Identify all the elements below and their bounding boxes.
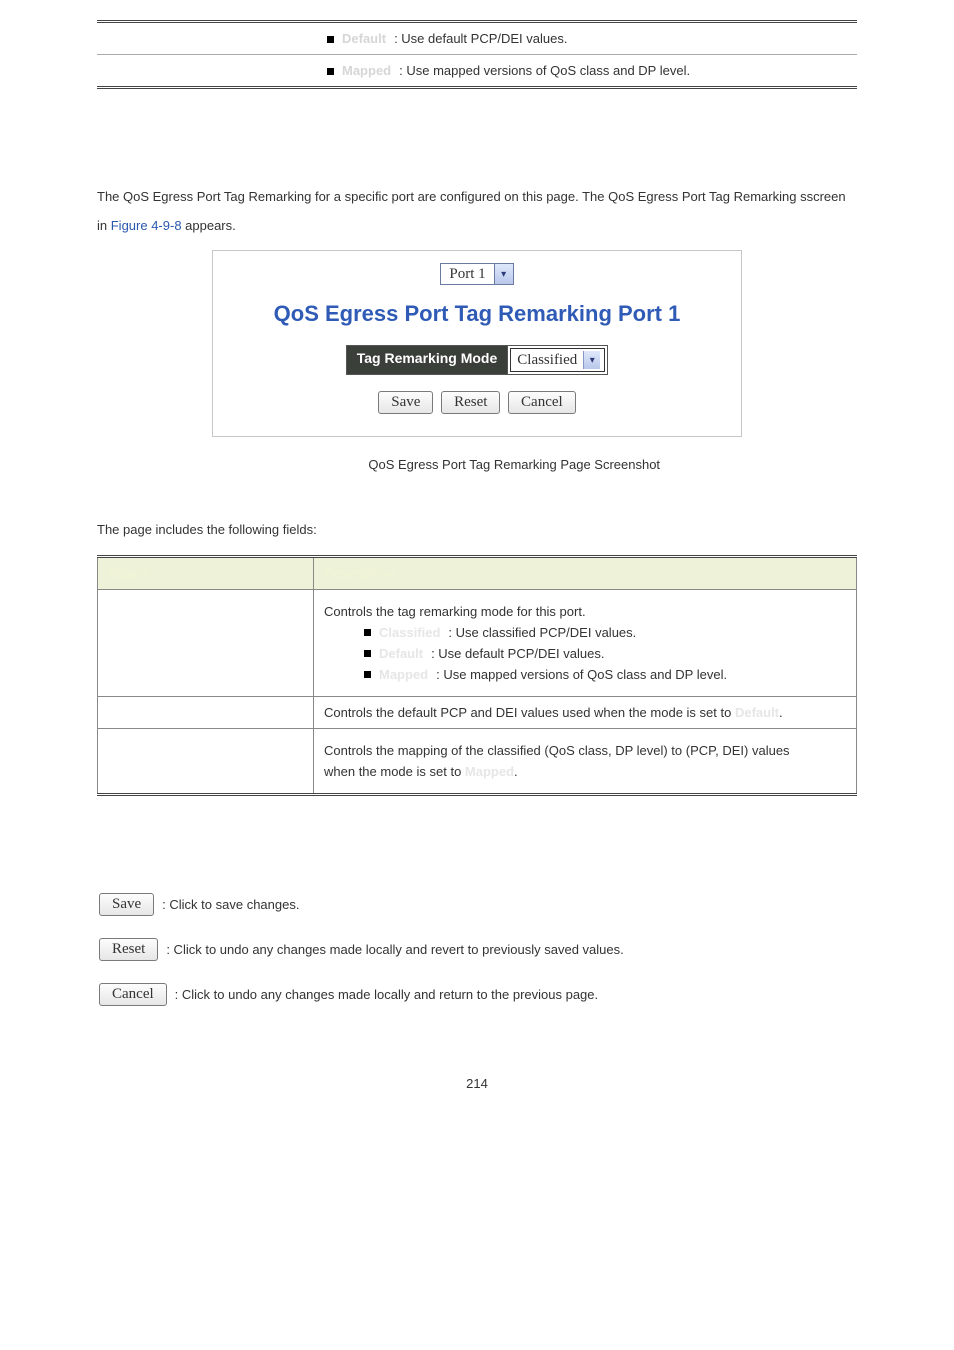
option-desc: : Use default PCP/DEI values. — [394, 31, 567, 46]
option-desc: : Use mapped versions of QoS class and D… — [399, 63, 690, 78]
button-desc: : Click to save changes. — [162, 897, 299, 912]
figure-reference-link[interactable]: Figure 4-9-8 — [111, 218, 182, 233]
prev-table-continuation: Default : Use default PCP/DEI values. Ma… — [97, 20, 857, 89]
figure-title: QoS Egress Port Tag Remarking Port 1 — [221, 301, 733, 327]
square-bullet-icon — [364, 650, 371, 657]
square-bullet-icon — [364, 629, 371, 636]
table-row: •Mode Controls the tag remarking mode fo… — [98, 590, 857, 697]
field-object-cell: •Mode — [98, 590, 314, 697]
option-label: Default — [379, 646, 423, 661]
option-label: Default — [342, 31, 386, 46]
section-paragraph: The QoS Egress Port Tag Remarking for a … — [97, 183, 857, 240]
square-bullet-icon — [327, 36, 334, 43]
field-desc-text: Controls the tag remarking mode for this… — [324, 604, 846, 619]
fields-table: Object Description •Mode Controls the ta… — [97, 555, 857, 796]
field-desc-cell: Controls the default PCP and DEI values … — [314, 697, 857, 729]
list-item: Default : Use default PCP/DEI values. — [364, 646, 846, 661]
field-desc-cell: Controls the mapping of the classified (… — [314, 729, 857, 795]
paragraph-text: appears. — [182, 218, 236, 233]
chevron-down-icon: ▾ — [583, 351, 600, 369]
reset-button[interactable]: Reset — [441, 391, 500, 414]
option-label: Mapped — [379, 667, 428, 682]
button-explain-row: Reset : Click to undo any changes made l… — [97, 938, 857, 961]
fields-intro: The page includes the following fields: — [97, 522, 857, 537]
option-desc: : Use default PCP/DEI values. — [431, 646, 604, 661]
field-object-cell: •PCP/DEI Configuration — [98, 697, 314, 729]
figure-caption: Figure 4-9-8 QoS Egress Port Tag Remarki… — [97, 457, 857, 472]
button-explain-row: Cancel : Click to undo any changes made … — [97, 983, 857, 1006]
port-select[interactable]: Port 1 ▾ — [440, 263, 513, 285]
col-header-object: Object — [98, 557, 314, 590]
section-heading: 4.9.5.1 QoS Egress Port Tag Remarking — [97, 149, 857, 165]
list-item: Mapped : Use mapped versions of QoS clas… — [327, 61, 847, 80]
buttons-heading: Buttons — [97, 856, 857, 871]
reset-button[interactable]: Reset — [99, 938, 158, 961]
mode-select[interactable]: Classified ▾ — [510, 348, 605, 372]
save-button[interactable]: Save — [99, 893, 154, 916]
chevron-down-icon: ▾ — [494, 264, 513, 284]
save-button[interactable]: Save — [378, 391, 433, 414]
table-row: •(QoS class, DP level) to (PCP, DEI) Map… — [98, 729, 857, 795]
cancel-button[interactable]: Cancel — [99, 983, 167, 1006]
square-bullet-icon — [364, 671, 371, 678]
button-desc: : Click to undo any changes made locally… — [166, 942, 623, 957]
option-label: Mapped — [342, 63, 391, 78]
square-bullet-icon — [327, 68, 334, 75]
button-explain-row: Save : Click to save changes. — [97, 893, 857, 916]
mode-table: Tag Remarking Mode Classified ▾ — [346, 345, 609, 375]
port-select-value: Port 1 — [441, 266, 493, 283]
button-desc: : Click to undo any changes made locally… — [175, 987, 598, 1002]
cancel-button[interactable]: Cancel — [508, 391, 576, 414]
mode-header: Tag Remarking Mode — [347, 346, 509, 374]
option-desc: : Use mapped versions of QoS class and D… — [436, 667, 727, 682]
figure-caption-text: QoS Egress Port Tag Remarking Page Scree… — [368, 457, 660, 472]
col-header-description: Description — [314, 557, 857, 590]
figure-caption-number: Figure 4-9-8 — [294, 457, 368, 472]
mode-select-value: Classified — [515, 352, 583, 369]
list-item: Mapped : Use mapped versions of QoS clas… — [364, 667, 846, 682]
list-item: Default : Use default PCP/DEI values. — [327, 29, 847, 48]
screenshot-figure: Port 1 ▾ QoS Egress Port Tag Remarking P… — [212, 250, 742, 437]
field-object-cell: •(QoS class, DP level) to (PCP, DEI) Map… — [98, 729, 314, 795]
option-desc: : Use classified PCP/DEI values. — [448, 625, 636, 640]
page-number: 214 — [97, 1076, 857, 1091]
option-label: Classified — [379, 625, 440, 640]
table-row: •PCP/DEI Configuration Controls the defa… — [98, 697, 857, 729]
list-item: Classified : Use classified PCP/DEI valu… — [364, 625, 846, 640]
